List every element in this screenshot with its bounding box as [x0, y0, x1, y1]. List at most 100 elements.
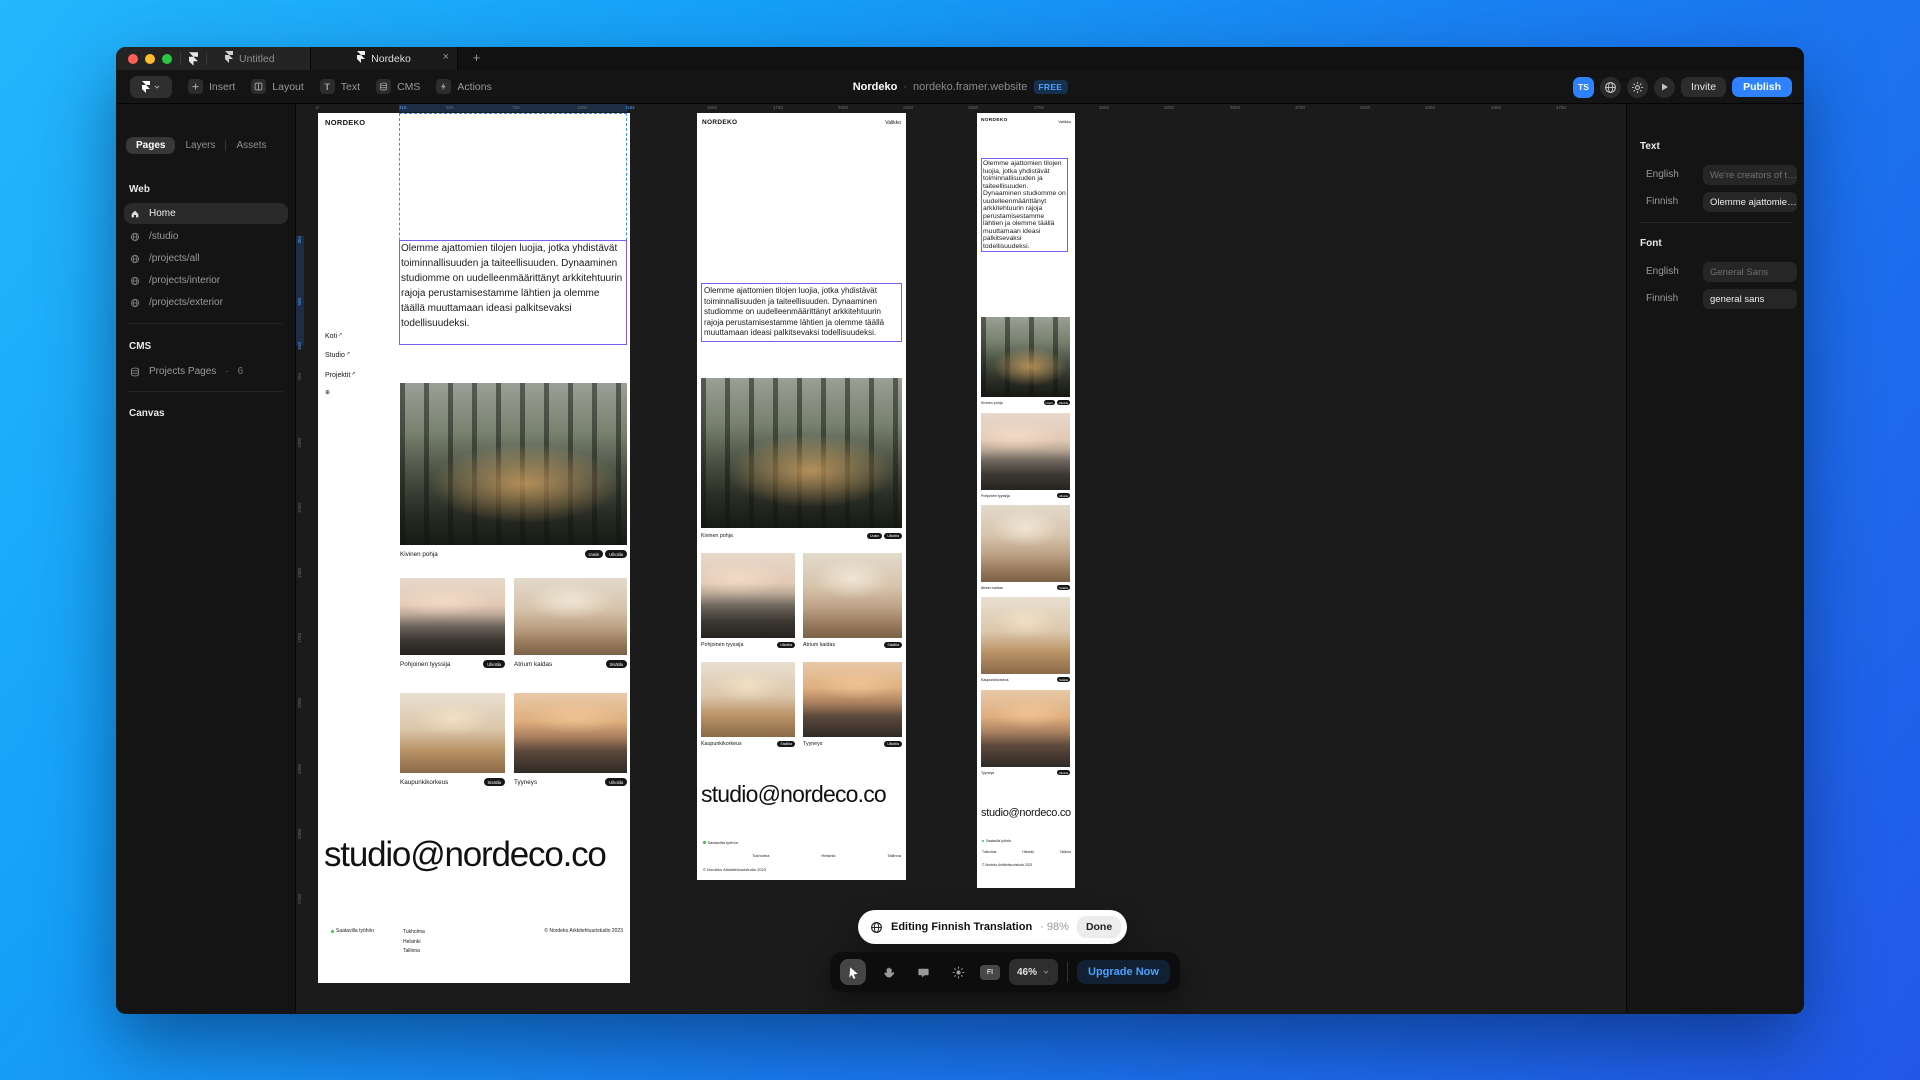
invite-button[interactable]: Invite: [1681, 77, 1726, 97]
nav-link-studio[interactable]: Studio↗: [325, 351, 350, 359]
publish-button[interactable]: Publish: [1732, 77, 1792, 97]
project-photo-kivinen-pohja[interactable]: [981, 317, 1070, 397]
localization-button[interactable]: [1600, 77, 1621, 98]
home-icon: [130, 209, 140, 219]
close-window-button[interactable]: [128, 54, 138, 64]
new-tab-button[interactable]: +: [468, 50, 485, 67]
hero-intro-text[interactable]: Olemme ajattomien tilojen luojia, jotka …: [399, 240, 627, 345]
project-caption[interactable]: Tyyneys Ulkotila: [981, 770, 1070, 775]
project-caption[interactable]: Kaupunkikorkeus Sisätila: [981, 677, 1070, 682]
tab-nordeko[interactable]: Nordeko ×: [310, 47, 458, 70]
project-caption[interactable]: Atrium kaidas Sisätila: [981, 585, 1070, 590]
tab-assets[interactable]: Assets: [236, 140, 266, 151]
footer-cities[interactable]: TukholmaHelsinkiTallinna: [403, 928, 425, 957]
project-photo-atrium-kaidas[interactable]: [803, 553, 902, 638]
actions-button[interactable]: Actions: [436, 79, 491, 94]
finnish-font-field[interactable]: general sans: [1703, 289, 1797, 309]
project-caption[interactable]: Kivinen pohja UusinUlkotila: [981, 400, 1070, 405]
project-photo-pohjoinen-tyyssija[interactable]: [400, 578, 505, 655]
hero-intro-text[interactable]: Olemme ajattomien tilojen luojia, jotka …: [981, 158, 1068, 252]
design-canvas[interactable]: 0318500750100011841500175020002250250027…: [296, 104, 1626, 1013]
sidebar-item-projects-all[interactable]: /projects/all: [124, 248, 288, 269]
menu-link[interactable]: Valikko: [885, 120, 901, 126]
tab-pages[interactable]: Pages: [126, 137, 175, 154]
project-photo-kaupunkikorkeus[interactable]: [400, 693, 505, 773]
project-photo-tyyneys[interactable]: [514, 693, 627, 773]
site-logo[interactable]: NORDEKO: [325, 118, 365, 127]
nav-link-koti[interactable]: Koti↗: [325, 332, 342, 340]
project-photo-atrium-kaidas[interactable]: [514, 578, 627, 655]
tag-badge: Ulkotila: [605, 778, 627, 786]
sidebar-item-projects-exterior[interactable]: /projects/exterior: [124, 292, 288, 313]
project-photo-kaupunkikorkeus[interactable]: [981, 597, 1070, 674]
site-logo[interactable]: NORDEKO: [981, 118, 1008, 123]
artboard-tablet[interactable]: NORDEKO Valikko Olemme ajattomien tiloje…: [697, 113, 906, 880]
close-tab-icon[interactable]: ×: [443, 51, 449, 63]
project-photo-kivinen-pohja[interactable]: [400, 383, 627, 545]
project-url[interactable]: nordeko.framer.website: [913, 81, 1027, 93]
contact-email[interactable]: studio@nordeco.co: [701, 781, 886, 808]
framer-menu-button[interactable]: [130, 76, 172, 98]
tab-untitled[interactable]: Untitled: [215, 51, 275, 66]
minimize-window-button[interactable]: [145, 54, 155, 64]
tab-layers[interactable]: Layers: [185, 140, 215, 151]
nav-link-projektit[interactable]: Projektit↗: [325, 371, 356, 379]
contact-email[interactable]: studio@nordeco.co: [981, 807, 1071, 819]
footer-cities[interactable]: TukholmaHelsinkiTallinna: [982, 850, 1071, 854]
done-button[interactable]: Done: [1077, 916, 1121, 938]
sidebar-item-projects-interior[interactable]: /projects/interior: [124, 270, 288, 291]
project-photo-pohjoinen-tyyssija[interactable]: [701, 553, 795, 638]
project-caption[interactable]: Tyyneys Ulkotila: [803, 741, 902, 747]
english-font-field[interactable]: General Sans: [1703, 262, 1797, 282]
insert-button[interactable]: Insert: [188, 79, 235, 94]
contact-email[interactable]: studio@nordeco.co: [324, 835, 606, 875]
project-photo-tyyneys[interactable]: [981, 690, 1070, 767]
project-caption[interactable]: Tyyneys Ulkotila: [514, 778, 627, 786]
project-photo-kivinen-pohja[interactable]: [701, 378, 902, 528]
project-photo-kaupunkikorkeus[interactable]: [701, 662, 795, 737]
cms-button[interactable]: CMS: [376, 79, 420, 94]
upgrade-now-button[interactable]: Upgrade Now: [1077, 960, 1170, 984]
artboard-desktop[interactable]: NORDEKO Olemme ajattomien tilojen luojia…: [318, 113, 630, 983]
hero-intro-text[interactable]: Olemme ajattomien tilojen luojia, jotka …: [701, 283, 902, 342]
availability-status[interactable]: Saatavilla työhön: [331, 928, 374, 934]
theme-toggle-button[interactable]: [945, 959, 971, 985]
project-photo-pohjoinen-tyyssija[interactable]: [981, 413, 1070, 490]
finnish-text-field[interactable]: Olemme ajattomie…: [1703, 192, 1797, 212]
select-tool-button[interactable]: [840, 959, 866, 985]
sidebar-item-projects-pages[interactable]: Projects Pages · 6: [124, 361, 288, 382]
project-caption[interactable]: Atrium kaidas Sisätila: [803, 642, 902, 648]
zoom-window-button[interactable]: [162, 54, 172, 64]
comment-tool-button[interactable]: [910, 959, 936, 985]
zoom-level-select[interactable]: 46%: [1009, 959, 1058, 985]
availability-status[interactable]: Saatavilla työhön: [703, 840, 738, 845]
availability-status[interactable]: Saatavilla työhön: [982, 839, 1011, 843]
user-avatar[interactable]: TS: [1573, 77, 1594, 98]
pan-tool-button[interactable]: [875, 959, 901, 985]
project-photo-tyyneys[interactable]: [803, 662, 902, 737]
project-photo-atrium-kaidas[interactable]: [981, 505, 1070, 582]
layout-button[interactable]: Layout: [251, 79, 304, 94]
footer-cities[interactable]: TukholmaHelsinkiTallinna: [752, 853, 901, 858]
english-text-field[interactable]: We're creators of t…: [1703, 165, 1797, 185]
site-logo[interactable]: NORDEKO: [702, 119, 737, 126]
settings-button[interactable]: [1627, 77, 1648, 98]
project-caption[interactable]: Atrium kaidas Sisätila: [514, 660, 627, 668]
project-caption[interactable]: Kivinen pohja UusinUlkotila: [400, 550, 627, 558]
text-button[interactable]: T Text: [320, 79, 360, 94]
menu-link[interactable]: Valikko: [1058, 119, 1071, 124]
section-canvas-label: Canvas: [129, 408, 165, 419]
sidebar-item-home[interactable]: Home: [124, 203, 288, 224]
sidebar-item-studio[interactable]: /studio: [124, 226, 288, 247]
project-caption[interactable]: Kaupunkikorkeus Sisätila: [400, 778, 505, 786]
project-caption[interactable]: Kaupunkikorkeus Sisätila: [701, 741, 795, 747]
project-caption[interactable]: Pohjoinen tyyssija Ulkotila: [981, 493, 1070, 498]
project-caption[interactable]: Pohjoinen tyyssija Ulkotila: [701, 642, 795, 648]
project-caption[interactable]: Pohjoinen tyyssija Ulkotila: [400, 660, 505, 668]
preview-button[interactable]: [1654, 77, 1675, 98]
project-caption[interactable]: Kivinen pohja UusinUlkotila: [701, 533, 902, 539]
language-toggle-icon[interactable]: ⊕: [325, 389, 330, 396]
ruler-label: 500: [446, 105, 454, 110]
language-badge[interactable]: FI: [980, 965, 1000, 980]
artboard-phone[interactable]: NORDEKO Valikko Olemme ajattomien tiloje…: [977, 113, 1075, 888]
